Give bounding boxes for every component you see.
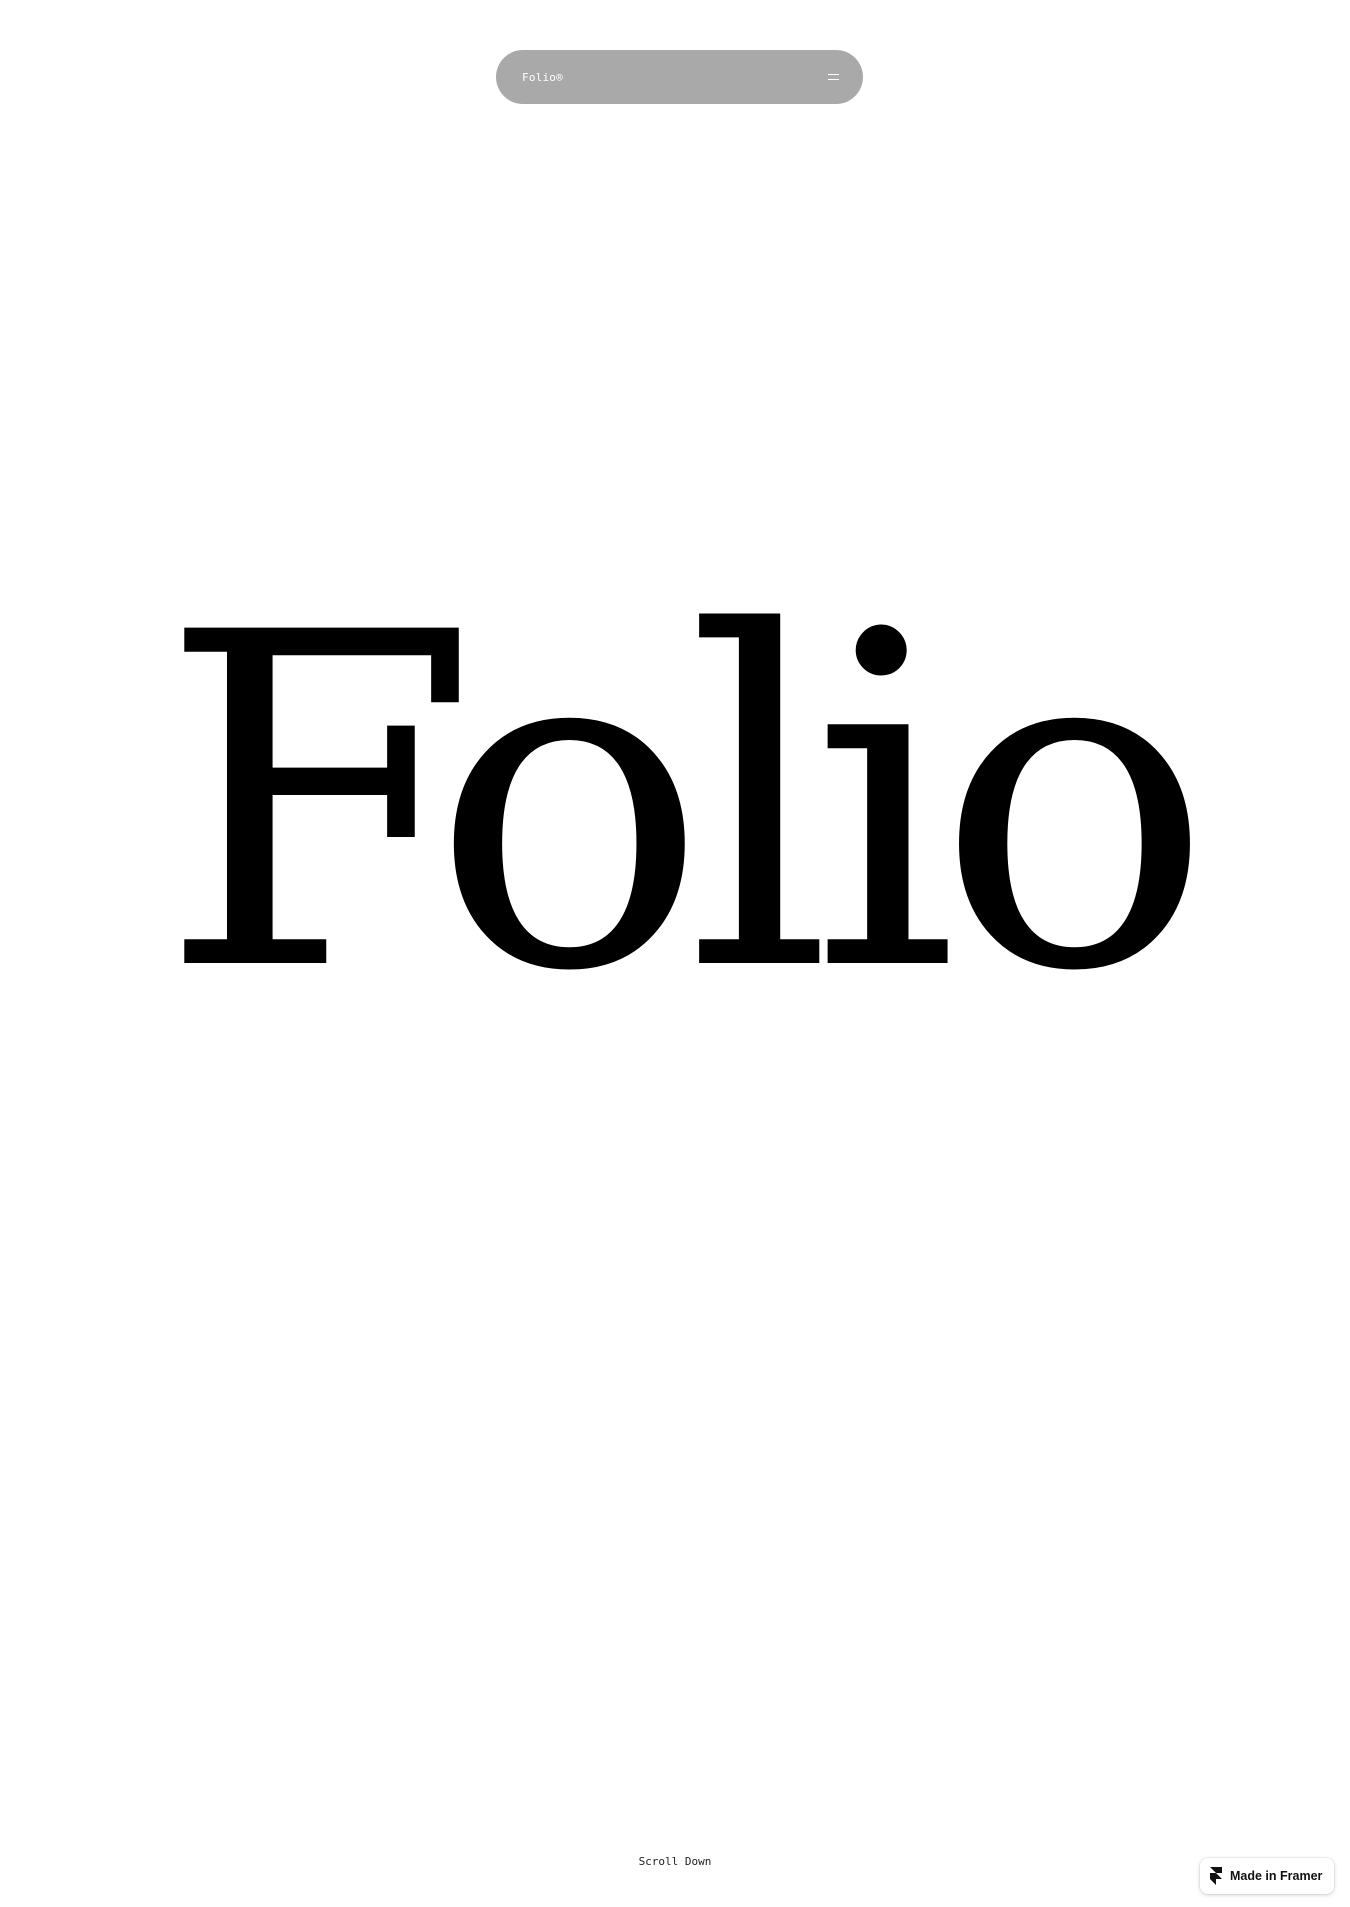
nav-brand-link[interactable]: Folio® — [522, 71, 563, 84]
hero-title: Folio — [158, 537, 1213, 1072]
scroll-down-label: Scroll Down — [638, 1855, 712, 1868]
hamburger-menu-icon[interactable] — [828, 74, 839, 80]
framer-logo-icon — [1210, 1867, 1222, 1885]
nav-bar: Folio® — [496, 50, 863, 104]
made-in-framer-label: Made in Framer — [1230, 1869, 1323, 1883]
made-in-framer-badge[interactable]: Made in Framer — [1200, 1858, 1334, 1894]
